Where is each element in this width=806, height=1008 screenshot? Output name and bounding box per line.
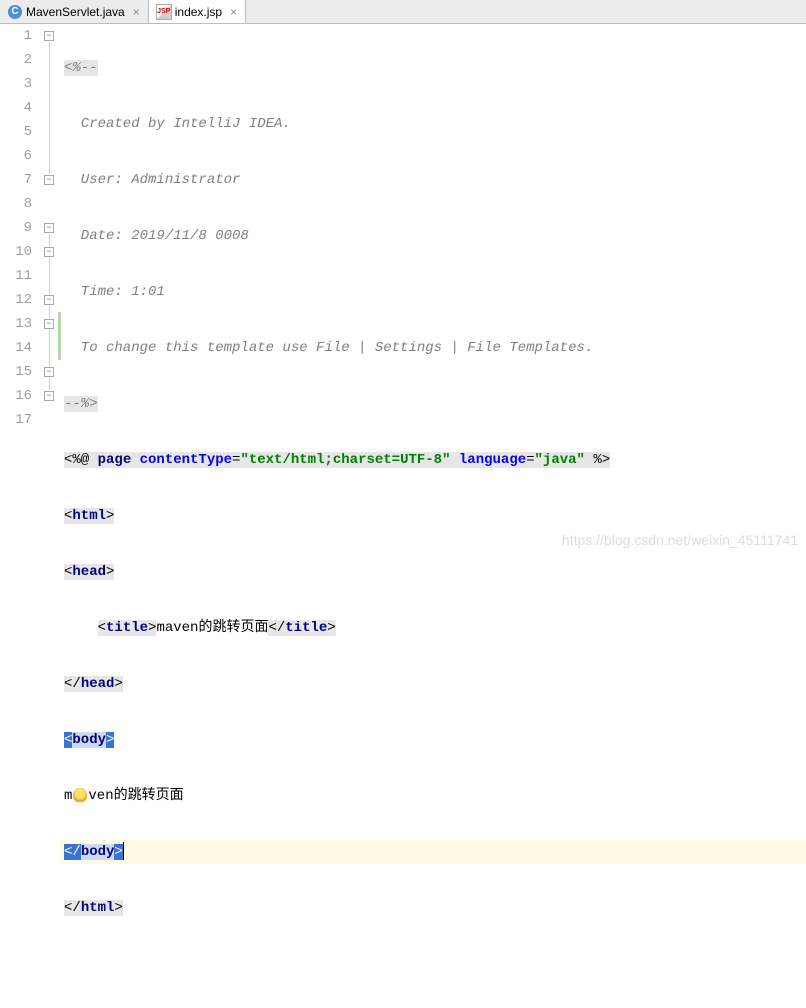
fold-toggle-icon[interactable]: − <box>44 295 54 305</box>
code-line[interactable]: <html> <box>60 504 806 528</box>
code-line[interactable]: <title>maven的跳转页面</title> <box>60 616 806 640</box>
line-number: 9 <box>0 216 32 240</box>
line-number: 5 <box>0 120 32 144</box>
close-icon[interactable]: × <box>133 5 140 19</box>
fold-toggle-icon[interactable]: − <box>44 247 54 257</box>
line-number: 13 <box>0 312 32 336</box>
tab-bar: C MavenServlet.java × JSP index.jsp × <box>0 0 806 24</box>
code-line[interactable]: </head> <box>60 672 806 696</box>
line-number: 4 <box>0 96 32 120</box>
line-number: 7 <box>0 168 32 192</box>
line-number: 14 <box>0 336 32 360</box>
fold-toggle-icon[interactable]: − <box>44 175 54 185</box>
line-number: 10 <box>0 240 32 264</box>
fold-toggle-icon[interactable]: − <box>44 391 54 401</box>
fold-toggle-icon[interactable]: − <box>44 367 54 377</box>
line-gutter: 1 2 3 4 5 6 7 8 9 10 11 12 13 14 15 16 1… <box>0 24 42 554</box>
text-cursor <box>123 842 124 860</box>
fold-column: − − − − − − − − <box>42 24 60 554</box>
watermark: https://blog.csdn.net/weixin_45111741 <box>562 532 798 548</box>
close-icon[interactable]: × <box>230 5 237 19</box>
line-number: 16 <box>0 384 32 408</box>
line-number: 8 <box>0 192 32 216</box>
code-line[interactable]: mven的跳转页面 <box>60 784 806 808</box>
tab-index-jsp[interactable]: JSP index.jsp × <box>149 0 246 23</box>
line-number: 3 <box>0 72 32 96</box>
class-icon: C <box>8 5 22 19</box>
fold-toggle-icon[interactable]: − <box>44 319 54 329</box>
code-line[interactable]: Created by IntelliJ IDEA. <box>60 112 806 136</box>
line-number: 2 <box>0 48 32 72</box>
code-line[interactable]: </html> <box>60 896 806 920</box>
tab-label: MavenServlet.java <box>26 5 125 19</box>
line-number: 11 <box>0 264 32 288</box>
code-line[interactable]: Date: 2019/11/8 0008 <box>60 224 806 248</box>
line-number: 1 <box>0 24 32 48</box>
code-line[interactable]: </body> <box>60 840 806 864</box>
tab-mavenservlet[interactable]: C MavenServlet.java × <box>0 0 149 23</box>
editor[interactable]: 1 2 3 4 5 6 7 8 9 10 11 12 13 14 15 16 1… <box>0 24 806 554</box>
code-line[interactable]: --%> <box>60 392 806 416</box>
code-line[interactable]: <%-- <box>60 56 806 80</box>
fold-line <box>49 42 50 174</box>
fold-toggle-icon[interactable]: − <box>44 31 54 41</box>
code-line[interactable] <box>60 952 806 976</box>
fold-toggle-icon[interactable]: − <box>44 223 54 233</box>
code-line[interactable]: Time: 1:01 <box>60 280 806 304</box>
code-line[interactable]: User: Administrator <box>60 168 806 192</box>
tab-label: index.jsp <box>175 5 222 19</box>
change-marker <box>58 312 61 360</box>
line-number: 15 <box>0 360 32 384</box>
line-number: 17 <box>0 408 32 432</box>
intention-bulb-icon[interactable] <box>73 788 87 802</box>
code-line[interactable]: To change this template use File | Setti… <box>60 336 806 360</box>
code-line[interactable]: <body> <box>60 728 806 752</box>
line-number: 6 <box>0 144 32 168</box>
line-number: 12 <box>0 288 32 312</box>
jsp-icon: JSP <box>157 5 171 19</box>
code-line[interactable]: <head> <box>60 560 806 584</box>
code-line[interactable]: <%@ page contentType="text/html;charset=… <box>60 448 806 472</box>
code-area[interactable]: <%-- Created by IntelliJ IDEA. User: Adm… <box>60 24 806 554</box>
